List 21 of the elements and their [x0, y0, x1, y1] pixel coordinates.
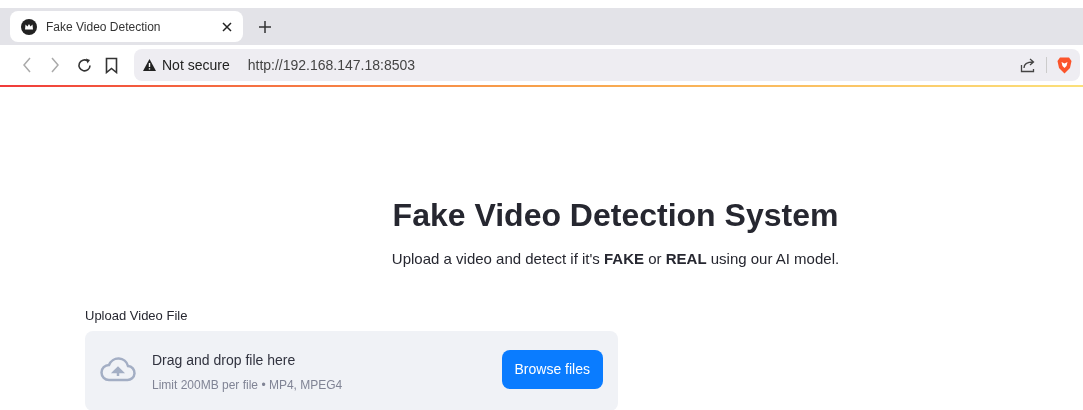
- new-tab-icon[interactable]: [259, 20, 271, 33]
- limit-text: Limit 200MB per file • MP4, MPEG4: [152, 377, 343, 394]
- file-dropzone[interactable]: Drag and drop file here Limit 200MB per file • MP4, MPEG4 Browse files: [85, 331, 618, 410]
- warning-icon: [143, 59, 156, 71]
- page-subtitle: Upload a video and detect if it's FAKE or REAL using our AI model.: [391, 249, 840, 269]
- tab-title: Fake Video Detection: [46, 18, 162, 36]
- uploader-label: Upload Video File: [85, 306, 188, 325]
- address-bar[interactable]: Not secure http://192.168.147.18:8503: [134, 49, 1080, 81]
- dropzone-text: Drag and drop file here: [152, 351, 297, 370]
- cloud-upload-icon: [100, 356, 136, 382]
- browser-tab[interactable]: Fake Video Detection: [10, 11, 243, 42]
- bookmark-icon[interactable]: [105, 56, 118, 74]
- security-label: Not secure: [162, 55, 230, 75]
- page-title: Fake Video Detection System: [392, 196, 839, 235]
- reload-icon[interactable]: [76, 56, 93, 74]
- url-text: http://192.168.147.18:8503: [247, 55, 416, 75]
- browse-files-button[interactable]: Browse files: [501, 350, 603, 389]
- close-icon[interactable]: [222, 21, 232, 32]
- lion-shield-icon[interactable]: [1057, 56, 1072, 74]
- share-icon[interactable]: [1020, 57, 1036, 73]
- crown-icon: [21, 18, 37, 35]
